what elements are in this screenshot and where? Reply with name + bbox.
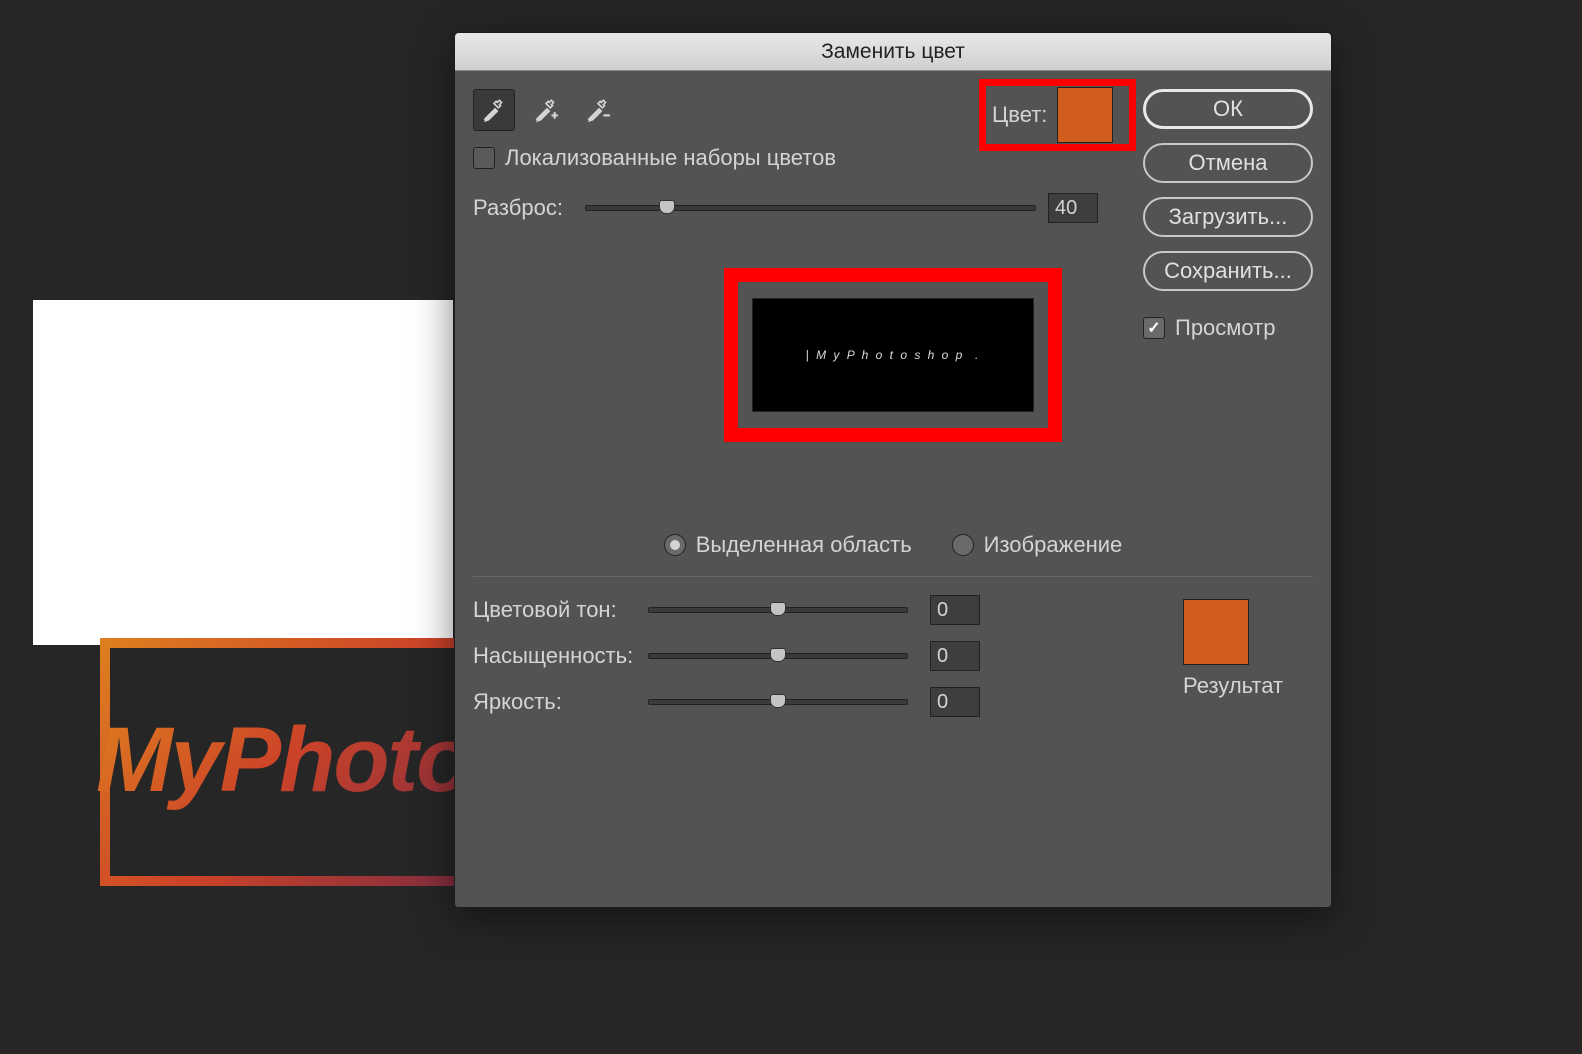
eyedropper-add-tool[interactable] <box>525 89 567 131</box>
logo-text: MyPhoto <box>96 708 470 813</box>
fuzziness-label: Разброс: <box>473 195 573 221</box>
lightness-input[interactable] <box>930 687 980 717</box>
result-color-swatch[interactable] <box>1183 599 1249 665</box>
preview-mask-text: | M y P h o t o s h o p . <box>806 348 981 362</box>
eyedropper-minus-icon <box>585 97 611 123</box>
document-canvas[interactable]: MyPhoto <box>33 300 453 645</box>
saturation-input[interactable] <box>930 641 980 671</box>
dialog-title[interactable]: Заменить цвет <box>455 33 1331 71</box>
radio-icon <box>952 534 974 556</box>
source-color-highlight: Цвет: <box>979 79 1136 151</box>
cancel-button[interactable]: Отмена <box>1143 143 1313 183</box>
eyedropper-icon <box>481 97 507 123</box>
saturation-label: Насыщенность: <box>473 643 648 669</box>
mode-image-label: Изображение <box>984 532 1123 558</box>
preview-checkbox-label: Просмотр <box>1175 315 1275 341</box>
eyedropper-tool[interactable] <box>473 89 515 131</box>
fuzziness-input[interactable] <box>1048 193 1098 223</box>
eyedropper-plus-icon <box>533 97 559 123</box>
eyedropper-subtract-tool[interactable] <box>577 89 619 131</box>
saturation-thumb[interactable] <box>770 648 786 662</box>
replace-color-dialog: Заменить цвет Цвет: Локализованные набор… <box>454 32 1332 908</box>
mode-image-radio[interactable]: Изображение <box>952 532 1123 558</box>
save-button[interactable]: Сохранить... <box>1143 251 1313 291</box>
hue-input[interactable] <box>930 595 980 625</box>
saturation-slider[interactable] <box>648 653 908 659</box>
source-color-label: Цвет: <box>992 102 1047 128</box>
localized-clusters-checkbox[interactable] <box>473 147 495 169</box>
radio-icon <box>664 534 686 556</box>
selection-preview[interactable]: | M y P h o t o s h o p . <box>752 298 1034 412</box>
mode-selection-label: Выделенная область <box>696 532 912 558</box>
localized-clusters-label: Локализованные наборы цветов <box>505 145 836 171</box>
result-label: Результат <box>1183 673 1283 699</box>
divider <box>473 576 1313 577</box>
mode-selection-radio[interactable]: Выделенная область <box>664 532 912 558</box>
source-color-swatch[interactable] <box>1057 87 1113 143</box>
hue-slider[interactable] <box>648 607 908 613</box>
fuzziness-thumb[interactable] <box>659 200 675 214</box>
load-button[interactable]: Загрузить... <box>1143 197 1313 237</box>
preview-highlight: | M y P h o t o s h o p . <box>724 268 1062 442</box>
lightness-slider[interactable] <box>648 699 908 705</box>
preview-checkbox[interactable] <box>1143 317 1165 339</box>
fuzziness-slider[interactable] <box>585 205 1036 211</box>
hue-label: Цветовой тон: <box>473 597 648 623</box>
hue-thumb[interactable] <box>770 602 786 616</box>
ok-button[interactable]: ОК <box>1143 89 1313 129</box>
lightness-label: Яркость: <box>473 689 648 715</box>
lightness-thumb[interactable] <box>770 694 786 708</box>
